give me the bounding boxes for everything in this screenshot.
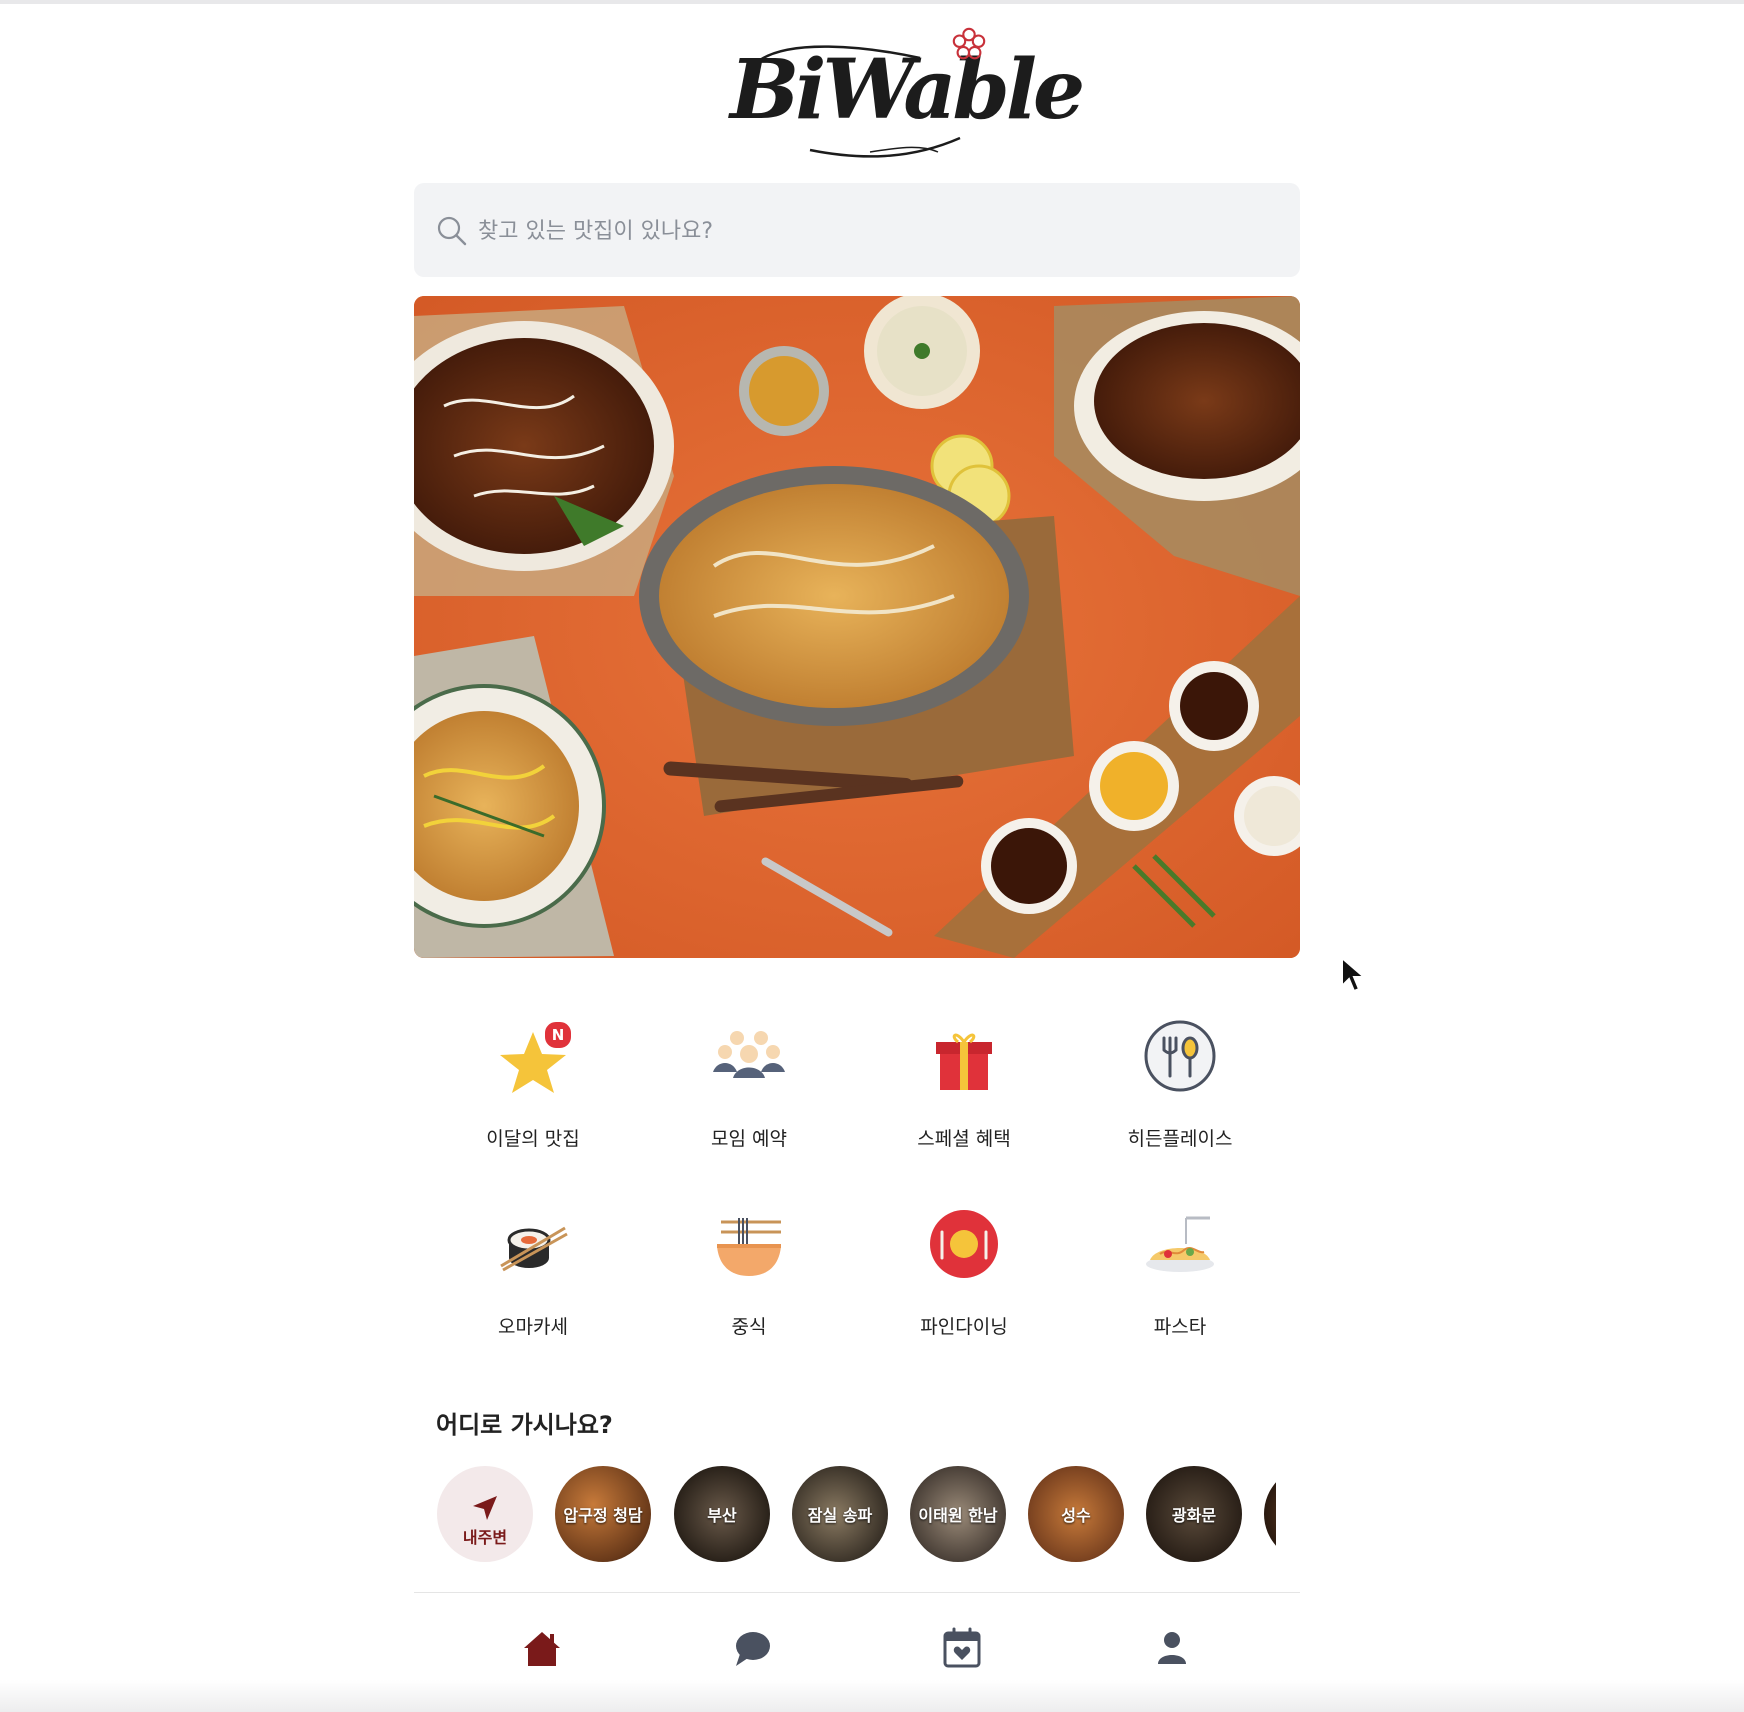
bottom-fade <box>0 1680 1744 1712</box>
mouse-cursor-icon <box>1341 956 1367 993</box>
category-monthly-best[interactable]: N 이달의 맛집 <box>433 1020 633 1170</box>
location-jamsil-songpa[interactable]: 잠실 송파 <box>792 1466 888 1562</box>
search-input[interactable] <box>476 209 1260 253</box>
location-more-peek[interactable] <box>1264 1466 1276 1562</box>
location-nearby[interactable]: 내주변 <box>437 1466 533 1562</box>
nav-home[interactable] <box>518 1626 566 1670</box>
noodle-bowl-icon <box>717 1218 781 1276</box>
category-label: 오마카세 <box>498 1316 568 1338</box>
user-icon <box>1158 1632 1186 1664</box>
chat-icon <box>736 1632 770 1666</box>
location-itaewon-hannam[interactable]: 이태원 한남 <box>910 1466 1006 1562</box>
location-gwanghwamun[interactable]: 광화문 <box>1146 1466 1242 1562</box>
location-label: 압구정 청담 <box>563 1506 643 1525</box>
utensils-icon <box>1144 1020 1216 1092</box>
category-label: 히든플레이스 <box>1127 1128 1233 1150</box>
location-label: 성수 <box>1061 1506 1091 1525</box>
category-label: 파인다이닝 <box>920 1316 1008 1338</box>
category-omakase[interactable]: 오마카세 <box>433 1208 633 1358</box>
calendar-heart-icon <box>943 1627 981 1668</box>
section-title-locations: 어디로 가시나요? <box>436 1411 613 1439</box>
app-page: BiWable 찾고 있는 맛집이 있나요? N 이달의 맛집 모임 예약 스페… <box>0 0 1744 1712</box>
category-hidden-place[interactable]: 히든플레이스 <box>1080 1020 1280 1170</box>
location-arrow-icon <box>473 1496 497 1520</box>
brand-logo[interactable]: BiWable <box>720 20 1085 170</box>
logo-wordmark: BiWable <box>730 42 1085 138</box>
hero-food-illustration <box>414 296 1300 958</box>
location-label: 내주변 <box>462 1528 508 1547</box>
location-label: 이태원 한남 <box>918 1506 998 1525</box>
bottom-nav-divider <box>414 1592 1300 1593</box>
nav-chat[interactable] <box>728 1626 776 1670</box>
category-chinese[interactable]: 중식 <box>649 1208 849 1358</box>
gift-icon <box>936 1033 992 1090</box>
nav-profile[interactable] <box>1148 1626 1196 1670</box>
group-icon <box>713 1031 785 1078</box>
search-icon <box>437 216 467 246</box>
location-label: 부산 <box>707 1506 737 1525</box>
location-busan[interactable]: 부산 <box>674 1466 770 1562</box>
category-pasta[interactable]: 파스타 <box>1080 1208 1280 1358</box>
flower-icon <box>952 27 986 60</box>
hero-banner-image[interactable] <box>414 296 1300 958</box>
nav-calendar[interactable] <box>938 1626 986 1670</box>
category-special-benefit[interactable]: 스페셜 혜택 <box>864 1020 1064 1170</box>
location-label: 광화문 <box>1171 1506 1217 1525</box>
category-label: 모임 예약 <box>711 1128 787 1150</box>
plate-icon <box>930 1210 998 1278</box>
category-label: 이달의 맛집 <box>486 1128 580 1150</box>
category-label: 파스타 <box>1153 1316 1207 1338</box>
home-icon <box>524 1632 560 1666</box>
top-border <box>0 0 1744 4</box>
category-fine-dining[interactable]: 파인다이닝 <box>864 1208 1064 1358</box>
category-label: 중식 <box>731 1316 767 1338</box>
location-apgujeong-cheongdam[interactable]: 압구정 청담 <box>555 1466 651 1562</box>
pasta-icon <box>1146 1216 1214 1272</box>
location-seongsu[interactable]: 성수 <box>1028 1466 1124 1562</box>
category-label: 스페셜 혜택 <box>917 1128 1011 1150</box>
new-badge: N <box>543 1020 573 1050</box>
sushi-icon <box>500 1226 568 1272</box>
search-bar[interactable] <box>414 183 1300 277</box>
location-label: 잠실 송파 <box>807 1506 873 1525</box>
category-group-reservation[interactable]: 모임 예약 <box>649 1020 849 1170</box>
